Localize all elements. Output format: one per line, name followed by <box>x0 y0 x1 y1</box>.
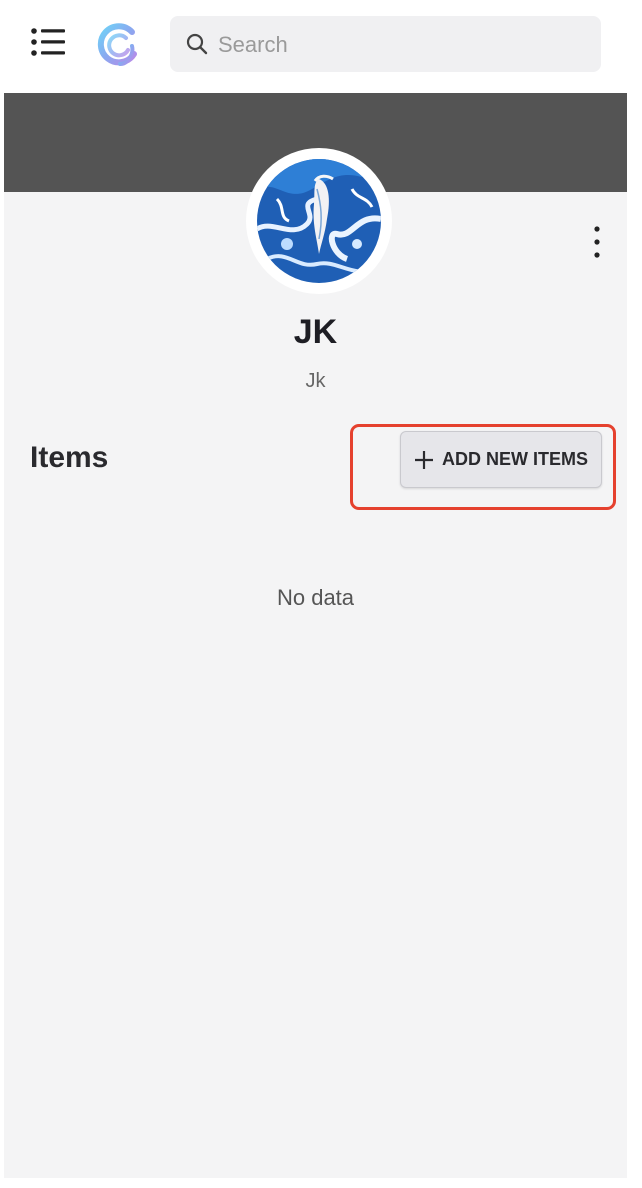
add-new-items-button[interactable]: ADD NEW ITEMS <box>400 431 602 488</box>
top-bar <box>0 0 642 93</box>
profile-handle: Jk <box>305 370 326 392</box>
items-section-title: Items <box>30 441 109 474</box>
plus-icon <box>415 450 433 469</box>
scrollbar-track[interactable] <box>627 93 642 1188</box>
empty-state-text: No data <box>276 585 355 610</box>
profile-page: JK Jk Items ADD NEW ITEMS No data <box>4 93 627 1178</box>
more-vertical-icon[interactable] <box>588 225 606 259</box>
search-bar[interactable] <box>170 16 601 74</box>
add-new-items-label: ADD NEW ITEMS <box>442 449 588 469</box>
avatar[interactable] <box>257 159 381 283</box>
search-input[interactable] <box>216 16 590 74</box>
avatar-frame <box>246 148 392 294</box>
hamburger-menu-icon[interactable] <box>30 26 66 58</box>
app-logo-icon[interactable] <box>92 20 144 70</box>
search-icon <box>186 33 208 55</box>
profile-name: JK <box>293 313 338 351</box>
